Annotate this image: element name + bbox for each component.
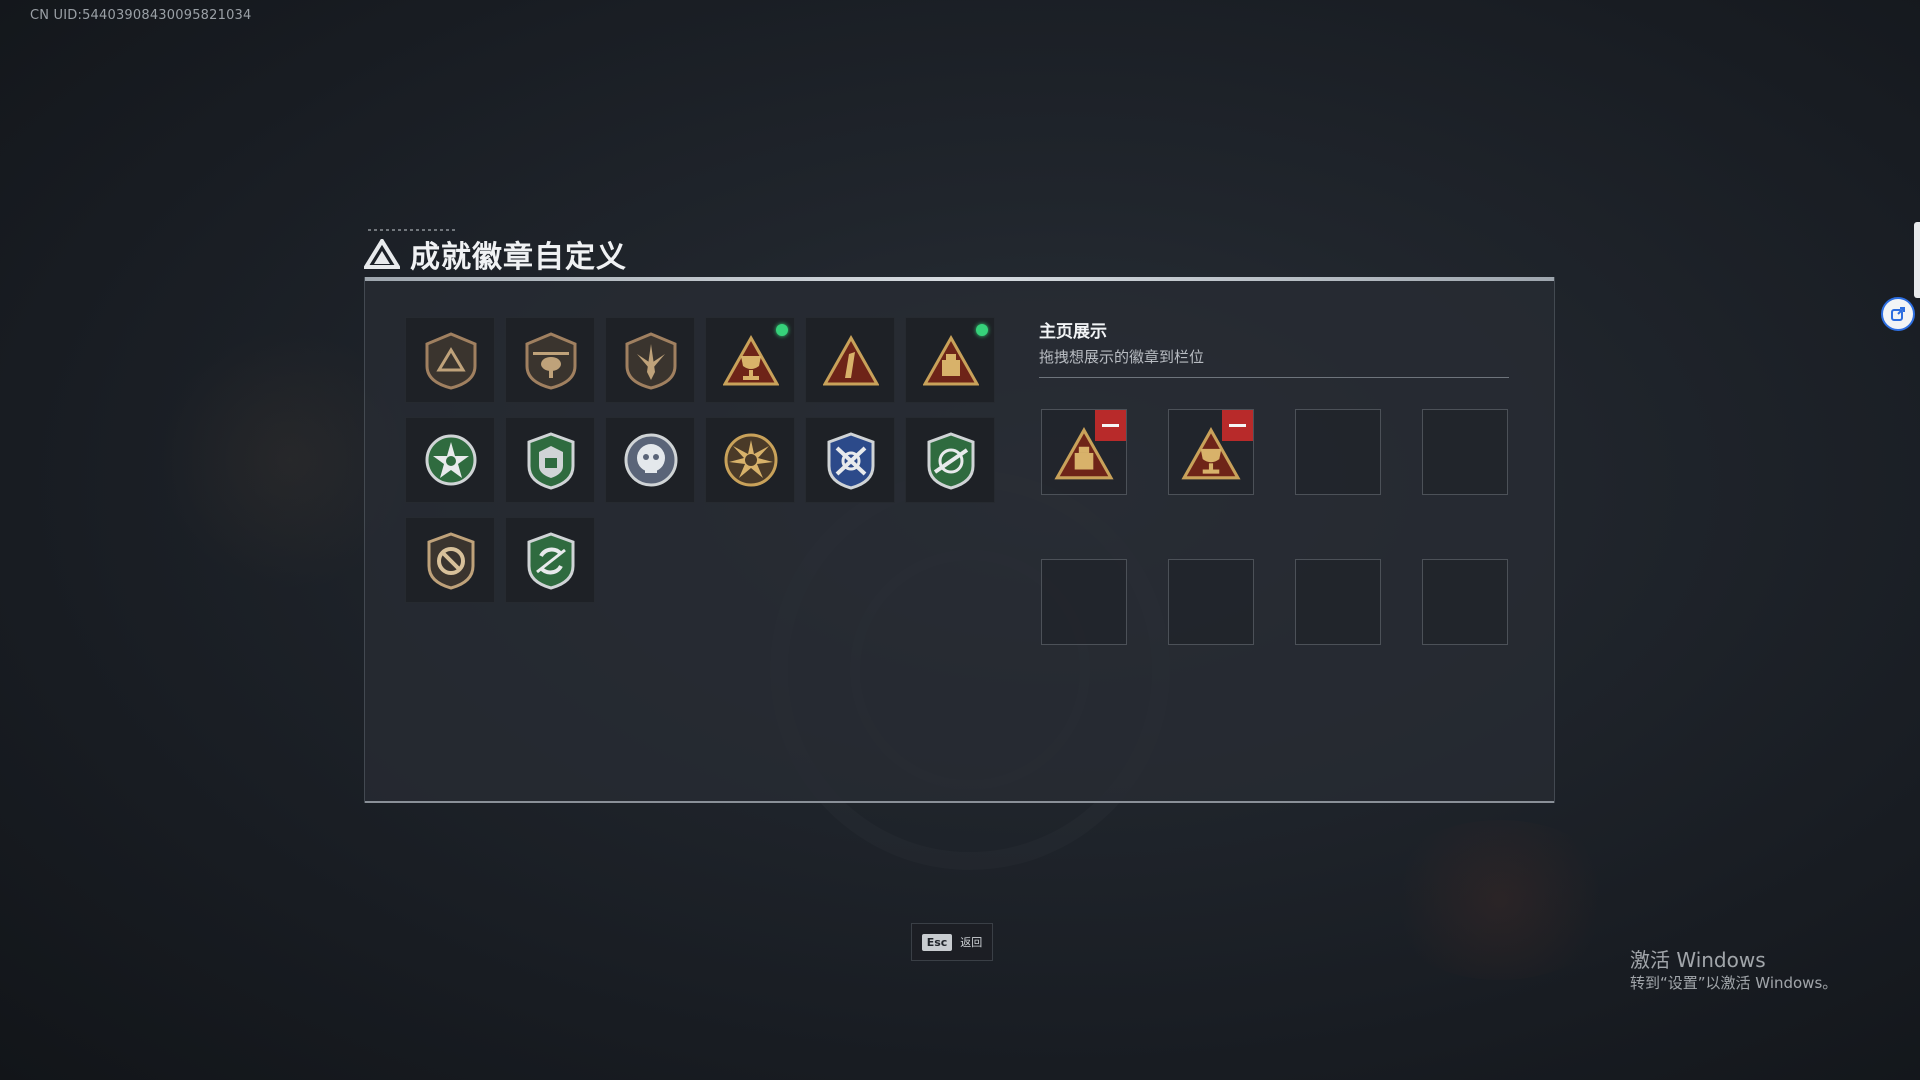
badge-slot[interactable] [905, 317, 995, 403]
divider [1039, 377, 1509, 378]
shield-helicopter-icon [525, 332, 577, 390]
badge-slot[interactable] [405, 417, 495, 503]
showcase-title: 主页展示 [1039, 322, 1107, 342]
badge-slot[interactable] [505, 417, 595, 503]
showcase-slot-empty[interactable] [1295, 409, 1381, 495]
share-button[interactable] [1881, 297, 1915, 331]
triangle-logo-icon [364, 239, 400, 269]
showcase-slot-empty[interactable] [1422, 559, 1508, 645]
showcase-slot-grid [1041, 409, 1508, 645]
panel-bottom-bar [365, 801, 1554, 803]
showcase-slot-empty[interactable] [1041, 559, 1127, 645]
badge-slot[interactable] [505, 517, 595, 603]
esc-key-hint: Esc [921, 933, 953, 951]
page-title: 成就徽章自定义 [410, 240, 627, 275]
showcase-slot[interactable] [1168, 409, 1254, 495]
windows-activation-title: 激活 Windows [1630, 948, 1766, 972]
badge-slot[interactable] [605, 417, 695, 503]
triangle-number-one-icon [823, 334, 879, 386]
back-button[interactable]: Esc 返回 [911, 923, 993, 961]
bronze-no-sign-shield-icon [427, 532, 475, 590]
homepage-showcase: 主页展示 拖拽想展示的徽章到栏位 [1039, 317, 1509, 645]
showcase-slot-empty[interactable] [1168, 559, 1254, 645]
title-decoration [368, 229, 458, 231]
showcase-slot-empty[interactable] [1295, 559, 1381, 645]
back-label: 返回 [960, 936, 983, 949]
badge-slot[interactable] [905, 417, 995, 503]
badge-slot[interactable] [405, 517, 495, 603]
triangle-box-icon [923, 334, 979, 386]
new-indicator [776, 324, 788, 336]
triangle-trophy-icon [723, 334, 779, 386]
background-glow [1380, 820, 1620, 980]
badge-slot[interactable] [805, 417, 895, 503]
showcase-slot-empty[interactable] [1422, 409, 1508, 495]
share-icon [1891, 307, 1905, 321]
shield-triangle-icon [425, 332, 477, 390]
silver-skull-medal-icon [624, 433, 678, 487]
badge-slot[interactable] [405, 317, 495, 403]
badge-inventory-grid [405, 317, 995, 603]
badge-slot[interactable] [805, 317, 895, 403]
badge-slot[interactable] [705, 417, 795, 503]
green-crosshair-rifle-icon [927, 432, 975, 490]
player-uid: CN UID:5440390843009582103​4 [30, 8, 252, 23]
remove-badge-button[interactable] [1095, 410, 1126, 441]
green-cycle-shield-icon [527, 532, 575, 590]
showcase-subtitle: 拖拽想展示的徽章到栏位 [1039, 348, 1205, 366]
badge-slot[interactable] [705, 317, 795, 403]
badge-customization-panel: 主页展示 拖拽想展示的徽章到栏位 [364, 277, 1555, 803]
windows-activation-hint: 转到“设置”以激活 Windows。 [1630, 974, 1838, 992]
badge-slot[interactable] [505, 317, 595, 403]
green-star-medal-icon [425, 434, 477, 486]
panel-top-bar [365, 277, 1554, 281]
shield-dagger-icon [625, 332, 677, 390]
page-header: 成就徽章自定义 [364, 234, 627, 275]
green-shield-medal-icon [527, 432, 575, 490]
new-indicator [976, 324, 988, 336]
remove-badge-button[interactable] [1222, 410, 1253, 441]
side-panel-tab[interactable] [1914, 222, 1920, 298]
gold-sunburst-medal-icon [724, 433, 778, 487]
badge-slot[interactable] [605, 317, 695, 403]
showcase-slot[interactable] [1041, 409, 1127, 495]
blue-crossed-rifles-icon [827, 432, 875, 490]
